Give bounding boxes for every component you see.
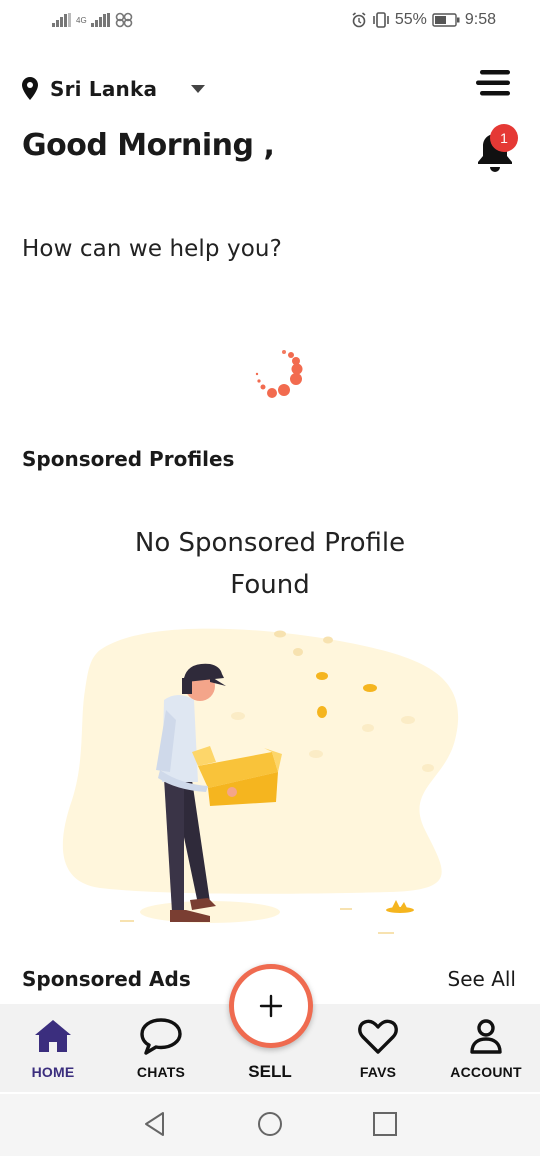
home-circle-icon[interactable] (256, 1110, 284, 1138)
chevron-down-icon[interactable] (191, 85, 206, 93)
status-bar: 4G 55% 9:58 (0, 0, 540, 40)
help-prompt: How can we help you? (22, 236, 282, 262)
nav-chats[interactable]: CHATS (111, 1016, 211, 1080)
sponsored-ads-heading: Sponsored Ads (22, 967, 191, 991)
network-type-icon: 4G (76, 15, 87, 25)
greeting-title: Good Morning , (22, 128, 275, 163)
see-all-link[interactable]: See All (448, 967, 516, 991)
heart-icon (358, 1019, 398, 1054)
vibrate-icon (372, 12, 390, 28)
clock: 9:58 (464, 11, 496, 28)
back-icon[interactable] (141, 1110, 169, 1138)
plus-icon (259, 994, 283, 1018)
empty-box-illustration (62, 628, 459, 934)
chat-icon (140, 1018, 182, 1055)
home-icon (35, 1020, 71, 1052)
sell-label: SELL (248, 1062, 292, 1081)
sponsored-profiles-heading: Sponsored Profiles (22, 447, 235, 471)
alarm-icon (351, 12, 367, 28)
recent-apps-icon[interactable] (371, 1110, 399, 1138)
nav-account[interactable]: ACCOUNT (436, 1016, 536, 1080)
sell-button[interactable] (229, 964, 313, 1048)
location-pin-icon (22, 77, 38, 100)
notification-badge: 1 (490, 124, 518, 152)
nav-home[interactable]: HOME (3, 1016, 103, 1080)
location-label: Sri Lanka (50, 77, 158, 101)
location-selector[interactable]: Sri Lanka (20, 74, 206, 104)
empty-state-message: No Sponsored Profile Found (134, 528, 406, 600)
battery-icon (432, 13, 460, 27)
battery-percent: 55% (394, 11, 427, 28)
signal-strength-2-icon (90, 13, 111, 27)
signal-strength-icon (52, 13, 72, 27)
nav-favs[interactable]: FAVS (328, 1016, 428, 1080)
loading-spinner-icon (255, 350, 303, 398)
link-icon (115, 12, 133, 28)
user-icon (470, 1019, 502, 1054)
hamburger-menu-icon[interactable] (476, 68, 512, 98)
